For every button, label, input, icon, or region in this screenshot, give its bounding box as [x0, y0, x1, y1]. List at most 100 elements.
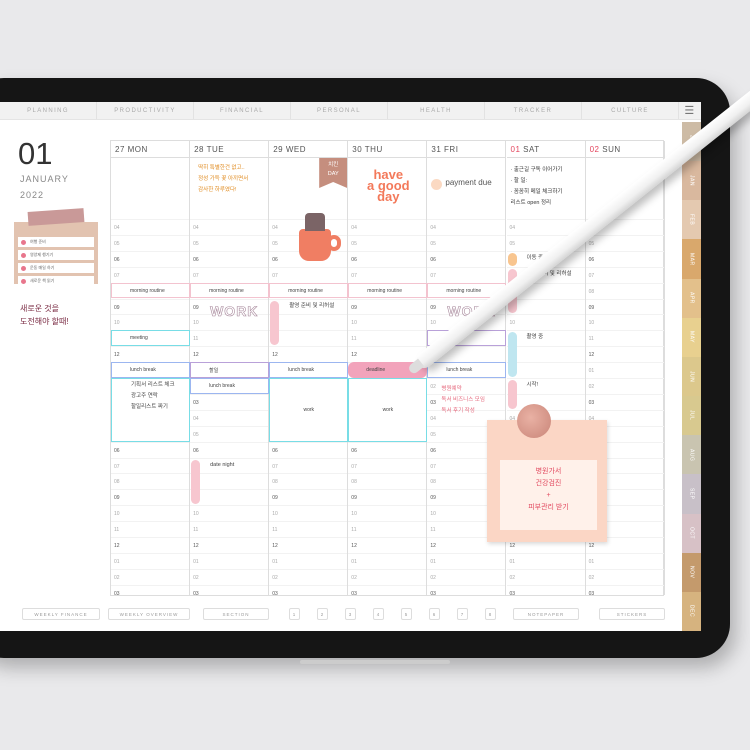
- nav-health[interactable]: HEALTH: [388, 102, 485, 119]
- hour-slot[interactable]: 08: [190, 473, 269, 489]
- hour-slot[interactable]: 05: [111, 234, 190, 251]
- hour-slot[interactable]: 12: [111, 537, 190, 553]
- hour-slot[interactable]: 08: [348, 473, 427, 489]
- hour-slot[interactable]: 11: [585, 330, 664, 346]
- month-tab-jul[interactable]: JUL: [682, 396, 701, 436]
- hour-slot[interactable]: 01: [269, 552, 348, 569]
- hour-slot[interactable]: 12: [585, 346, 664, 362]
- hour-slot[interactable]: 03: [269, 584, 348, 601]
- hamburger-icon[interactable]: ☰: [679, 102, 701, 119]
- month-tab-sep[interactable]: SEP: [682, 474, 701, 514]
- hour-slot[interactable]: 10: [111, 505, 190, 521]
- hour-slot[interactable]: 09: [111, 489, 190, 505]
- hour-slot[interactable]: 11: [269, 521, 348, 537]
- hour-slot[interactable]: 01: [585, 552, 664, 569]
- hour-slot[interactable]: 10: [269, 505, 348, 521]
- hour-slot[interactable]: 09: [585, 298, 664, 315]
- hour-slot[interactable]: 02: [585, 378, 664, 394]
- hour-slot[interactable]: 01: [506, 552, 585, 569]
- hour-slot[interactable]: 09: [506, 298, 585, 315]
- hour-slot[interactable]: 12: [506, 346, 585, 362]
- hour-slot[interactable]: 04: [190, 219, 269, 235]
- hour-slot[interactable]: 06: [190, 250, 269, 267]
- hour-slot[interactable]: 06: [111, 441, 190, 458]
- hour-slot[interactable]: 11: [190, 521, 269, 537]
- hour-slot[interactable]: 07: [348, 266, 427, 283]
- hour-slot[interactable]: 01: [427, 552, 506, 569]
- section-button[interactable]: SECTION: [203, 608, 269, 620]
- hour-slot[interactable]: 12: [190, 537, 269, 553]
- hour-slot[interactable]: 11: [348, 330, 427, 346]
- hour-slot[interactable]: 07: [269, 266, 348, 283]
- hour-slot[interactable]: 10: [348, 505, 427, 521]
- month-tab-dec[interactable]: DEC: [682, 591, 701, 631]
- hour-slot[interactable]: 02: [190, 568, 269, 585]
- hour-slot[interactable]: 12: [190, 346, 269, 362]
- event-blue[interactable]: lunch break: [269, 362, 349, 378]
- page-button-1[interactable]: 1: [289, 608, 300, 620]
- hour-slot[interactable]: 03: [506, 584, 585, 601]
- nav-productivity[interactable]: PRODUCTIVITY: [97, 102, 194, 119]
- event-bar[interactable]: [191, 459, 201, 505]
- hour-slot[interactable]: 09: [111, 298, 190, 315]
- month-tab-mar[interactable]: MAR: [682, 239, 701, 279]
- hour-slot[interactable]: 09: [190, 489, 269, 505]
- hour-slot[interactable]: 06: [111, 250, 190, 267]
- nav-financial[interactable]: FINANCIAL: [194, 102, 291, 119]
- notepaper-button[interactable]: NOTEPAPER: [513, 608, 579, 620]
- sticky-note[interactable]: 병원가서 건강검진 + 피부관리 받기: [487, 420, 607, 542]
- hour-slot[interactable]: 12: [269, 346, 348, 362]
- month-tab-aug[interactable]: AUG: [682, 435, 701, 475]
- hour-slot[interactable]: 08: [585, 282, 664, 299]
- hour-slot[interactable]: 04: [190, 409, 269, 426]
- hour-slot[interactable]: 09: [269, 489, 348, 505]
- page-button-5[interactable]: 5: [401, 608, 412, 620]
- hour-slot[interactable]: 01: [506, 362, 585, 378]
- hour-slot[interactable]: 08: [111, 473, 190, 489]
- hour-slot[interactable]: 01: [190, 552, 269, 569]
- hour-slot[interactable]: 10: [269, 314, 348, 330]
- month-tab-jan[interactable]: JAN: [682, 161, 701, 201]
- event-pink-box[interactable]: morning routine: [111, 282, 191, 299]
- event-blue[interactable]: lunch break: [111, 362, 191, 378]
- hour-slot[interactable]: 01: [348, 552, 427, 569]
- month-tab-jun[interactable]: JUN: [682, 356, 701, 397]
- hour-slot[interactable]: 11: [111, 521, 190, 537]
- page-button-7[interactable]: 7: [457, 608, 468, 620]
- hour-slot[interactable]: 11: [190, 330, 269, 346]
- hour-slot[interactable]: 07: [190, 266, 269, 283]
- event-pink-box[interactable]: morning routine: [190, 282, 270, 299]
- hour-slot[interactable]: 06: [269, 441, 348, 458]
- month-tab-oct[interactable]: OCT: [682, 513, 701, 553]
- hour-slot[interactable]: 11: [348, 521, 427, 537]
- month-tab-may[interactable]: MAY: [682, 317, 701, 357]
- hour-slot[interactable]: 07: [348, 457, 427, 474]
- nav-planning[interactable]: PLANNING: [0, 102, 97, 119]
- hour-slot[interactable]: 02: [585, 568, 664, 585]
- hour-slot[interactable]: 12: [348, 537, 427, 553]
- hour-slot[interactable]: 10: [585, 314, 664, 330]
- event-cyan-center[interactable]: work: [348, 378, 428, 442]
- hour-slot[interactable]: 06: [585, 250, 664, 267]
- hour-slot[interactable]: 06: [190, 441, 269, 458]
- event-bar[interactable]: [507, 252, 517, 266]
- hour-slot[interactable]: 02: [506, 568, 585, 585]
- hour-slot[interactable]: 02: [427, 568, 506, 585]
- hour-slot[interactable]: 06: [427, 250, 506, 267]
- page-button-4[interactable]: 4: [373, 608, 384, 620]
- hour-slot[interactable]: 05: [190, 425, 269, 442]
- event-blue[interactable]: lunch break: [427, 362, 507, 378]
- page-button-6[interactable]: 6: [429, 608, 440, 620]
- hour-slot[interactable]: 07: [427, 266, 506, 283]
- hour-slot[interactable]: 05: [427, 234, 506, 251]
- hour-slot[interactable]: 05: [585, 234, 664, 251]
- hour-slot[interactable]: 06: [348, 441, 427, 458]
- event-purple[interactable]: 할일: [190, 362, 270, 378]
- hour-slot[interactable]: 03: [585, 393, 664, 410]
- hour-slot[interactable]: 07: [111, 266, 190, 283]
- nav-culture[interactable]: CULTURE: [582, 102, 679, 119]
- hour-slot[interactable]: 07: [269, 457, 348, 474]
- hour-slot[interactable]: 05: [348, 234, 427, 251]
- weekly-overview-button[interactable]: WEEKLY OVERVIEW: [108, 608, 190, 620]
- event-bar[interactable]: [507, 380, 517, 409]
